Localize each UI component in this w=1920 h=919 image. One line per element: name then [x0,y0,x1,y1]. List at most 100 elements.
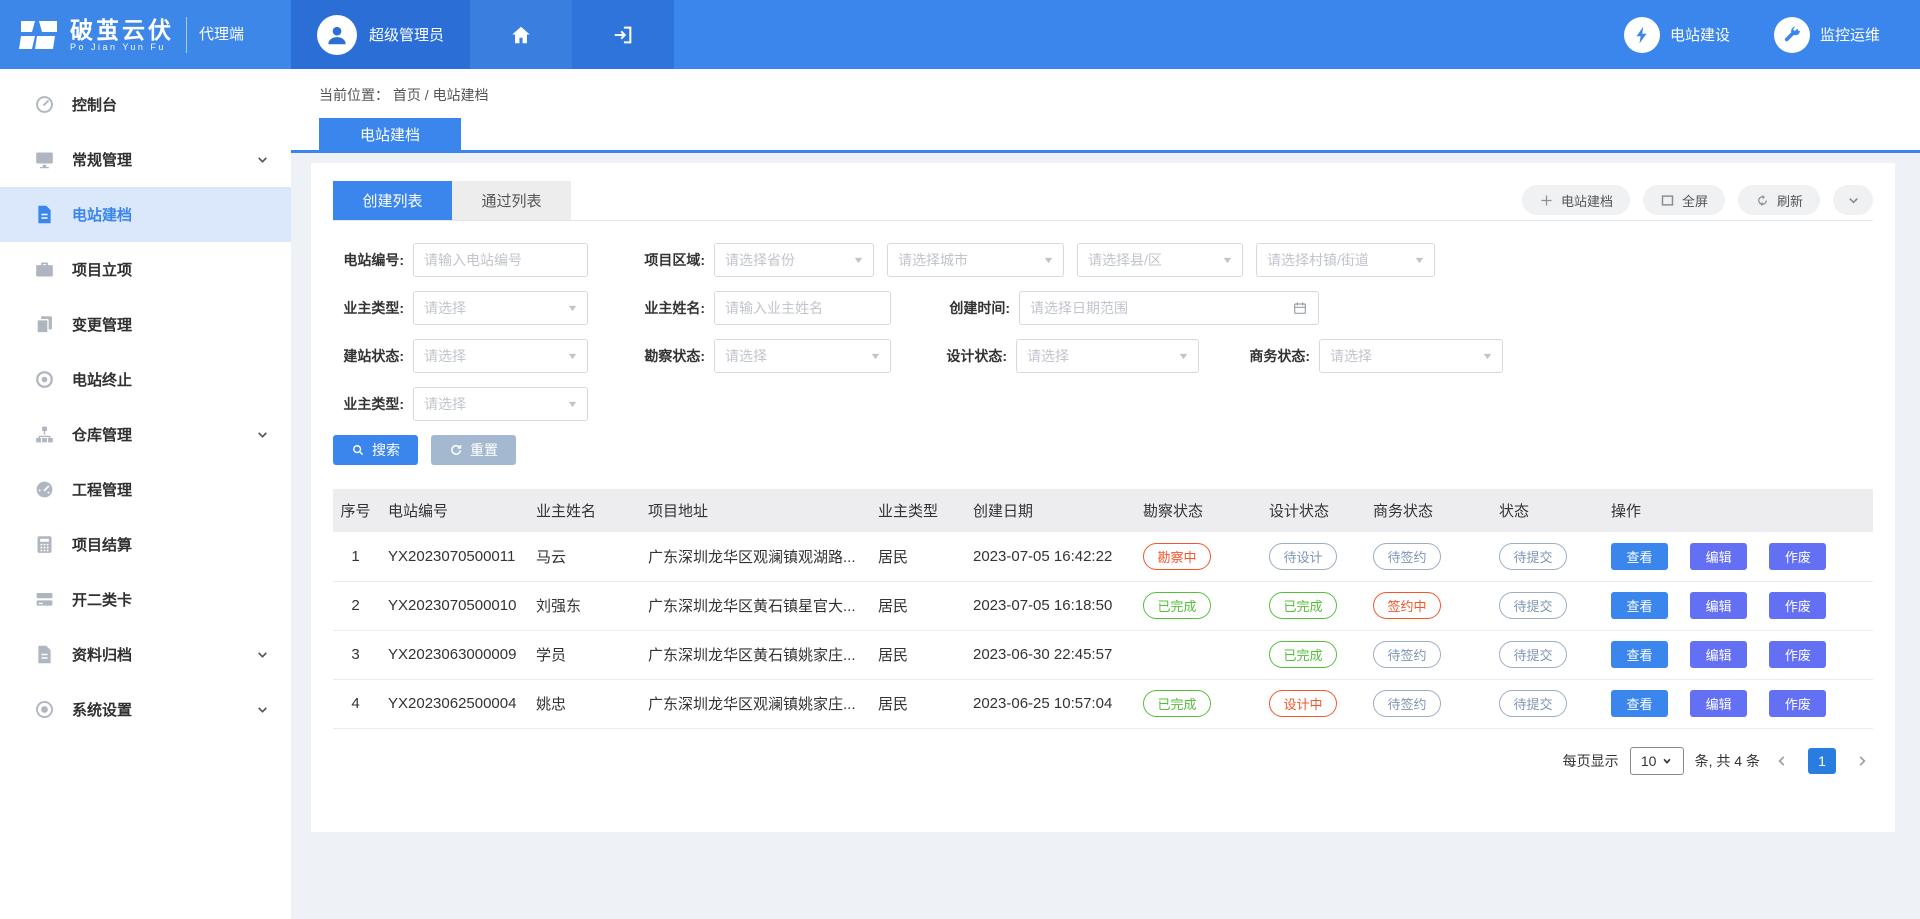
user-menu[interactable]: 超级管理员 [291,0,470,69]
page-number-1[interactable]: 1 [1808,748,1836,774]
logout-icon [612,24,634,46]
select-caret-icon: ▼ [566,399,578,409]
filter-actions: 搜索 重置 [333,435,1873,465]
survey-status-select[interactable]: 请选择▼ [714,339,891,373]
topbar: 破茧云伏 Po Jian Yun Fu 代理端 超级管理员 [0,0,1920,69]
collapse-panel-button[interactable] [1833,185,1873,215]
per-page-select[interactable]: 10 [1630,747,1684,775]
select-caret-icon: ▼ [1221,255,1233,265]
sidebar-item-project-approval[interactable]: 项目立项 [0,242,291,297]
region-city-select[interactable]: 请选择城市▼ [887,243,1064,277]
sidebar-item-general-mgmt[interactable]: 常规管理 [0,132,291,187]
owner-type2-label: 业主类型: [333,394,413,414]
create-time-label: 创建时间: [939,298,1019,318]
breadcrumb: 当前位置： 首页 / 电站建档 [291,69,1920,105]
void-button[interactable]: 作废 [1769,641,1826,668]
tab-passed-list[interactable]: 通过列表 [452,181,571,220]
avatar [317,15,357,55]
filter-row-2: 业主类型: 请选择▼ 业主姓名: 创建时间: 请选择日期 [333,291,1873,325]
document-icon [34,204,55,225]
sidebar-item-open-card[interactable]: 开二类卡 [0,572,291,627]
chevron-left-icon [1775,754,1789,768]
region-label: 项目区域: [634,250,714,270]
brand-area: 破茧云伏 Po Jian Yun Fu 代理端 [0,0,291,69]
select-caret-icon: ▼ [1413,255,1425,265]
view-button[interactable]: 查看 [1611,690,1668,717]
reset-button[interactable]: 重置 [431,435,516,465]
sidebar-item-console[interactable]: 控制台 [0,77,291,132]
breadcrumb-strip: 当前位置： 首页 / 电站建档 电站建档 [291,69,1920,153]
owner-type-label: 业主类型: [333,298,413,318]
cards-icon [34,589,55,610]
void-button[interactable]: 作废 [1769,690,1826,717]
owner-type-select[interactable]: 请选择▼ [413,291,588,325]
filter-row-4: 业主类型: 请选择▼ [333,387,1873,421]
create-time-range-input[interactable]: 请选择日期范围 [1019,291,1319,325]
survey-status-badge: 已完成 [1143,690,1211,717]
page-tab-station-archive[interactable]: 电站建档 [319,118,461,150]
view-button[interactable]: 查看 [1611,641,1668,668]
select-caret-icon: ▼ [852,255,864,265]
sidebar-item-project-settlement[interactable]: 项目结算 [0,517,291,572]
view-button[interactable]: 查看 [1611,592,1668,619]
sidebar-item-data-archive[interactable]: 资料归档 [0,627,291,682]
user-icon [324,22,350,48]
wrench-icon [1774,17,1810,53]
sidebar-item-change-mgmt[interactable]: 变更管理 [0,297,291,352]
file-icon [34,644,55,665]
chevron-down-icon [256,153,269,166]
nav-monitor-ops[interactable]: 监控运维 [1774,17,1880,53]
portal-label: 代理端 [186,17,244,53]
void-button[interactable]: 作废 [1769,592,1826,619]
edit-button[interactable]: 编辑 [1690,543,1747,570]
station-no-input[interactable] [413,243,588,277]
next-page-button[interactable] [1851,750,1873,772]
edit-button[interactable]: 编辑 [1690,592,1747,619]
sidebar-item-warehouse-mgmt[interactable]: 仓库管理 [0,407,291,462]
tab-create-list[interactable]: 创建列表 [333,181,452,220]
edit-button[interactable]: 编辑 [1690,690,1747,717]
select-caret-icon: ▼ [869,351,881,361]
search-icon [351,443,365,457]
owner-name-input[interactable] [714,291,891,325]
sidebar-item-station-archive[interactable]: 电站建档 [0,187,291,242]
view-button[interactable]: 查看 [1611,543,1668,570]
nav-station-build[interactable]: 电站建设 [1624,17,1730,53]
design-status-select[interactable]: 请选择▼ [1016,339,1199,373]
sidebar-item-engineering-mgmt[interactable]: 工程管理 [0,462,291,517]
chevron-down-icon [256,648,269,661]
app-root: 破茧云伏 Po Jian Yun Fu 代理端 超级管理员 [0,0,1920,919]
build-status-select[interactable]: 请选择▼ [413,339,588,373]
create-station-button[interactable]: 电站建档 [1522,185,1630,215]
design-status-label: 设计状态: [936,346,1016,366]
region-province-select[interactable]: 请选择省份▼ [714,243,874,277]
plus-icon [1539,193,1554,208]
bolt-icon [1624,17,1660,53]
home-icon [510,24,532,46]
breadcrumb-home-link[interactable]: 首页 [393,87,421,103]
logout-button[interactable] [572,0,674,69]
home-button[interactable] [470,0,572,69]
void-button[interactable]: 作废 [1769,543,1826,570]
edit-button[interactable]: 编辑 [1690,641,1747,668]
brand-title: 破茧云伏 [70,18,174,42]
region-county-select[interactable]: 请选择县/区▼ [1077,243,1243,277]
fullscreen-button[interactable]: 全屏 [1643,185,1725,215]
brand-text: 破茧云伏 Po Jian Yun Fu [70,18,174,52]
status-badge: 待提交 [1499,641,1567,668]
owner-type2-select[interactable]: 请选择▼ [413,387,588,421]
prev-page-button[interactable] [1771,750,1793,772]
search-button[interactable]: 搜索 [333,435,418,465]
filter-form: 电站编号: 项目区域: 请选择省份▼ 请选择城市▼ [333,221,1873,421]
business-status-badge: 待签约 [1373,543,1441,570]
region-town-select[interactable]: 请选择村镇/街道▼ [1256,243,1435,277]
select-caret-icon: ▼ [566,351,578,361]
total-count-label: 条, 共 4 条 [1695,751,1760,771]
refresh-button[interactable]: 刷新 [1738,185,1820,215]
business-status-select[interactable]: 请选择▼ [1319,339,1503,373]
sidebar-item-station-terminate[interactable]: 电站终止 [0,352,291,407]
filter-row-1: 电站编号: 项目区域: 请选择省份▼ 请选择城市▼ [333,243,1873,277]
table-row: 2 YX2023070500010 刘强东 广东深圳龙华区黄石镇星官大... 居… [333,581,1873,630]
select-caret-icon: ▼ [1177,351,1189,361]
sidebar-item-system-settings[interactable]: 系统设置 [0,682,291,737]
